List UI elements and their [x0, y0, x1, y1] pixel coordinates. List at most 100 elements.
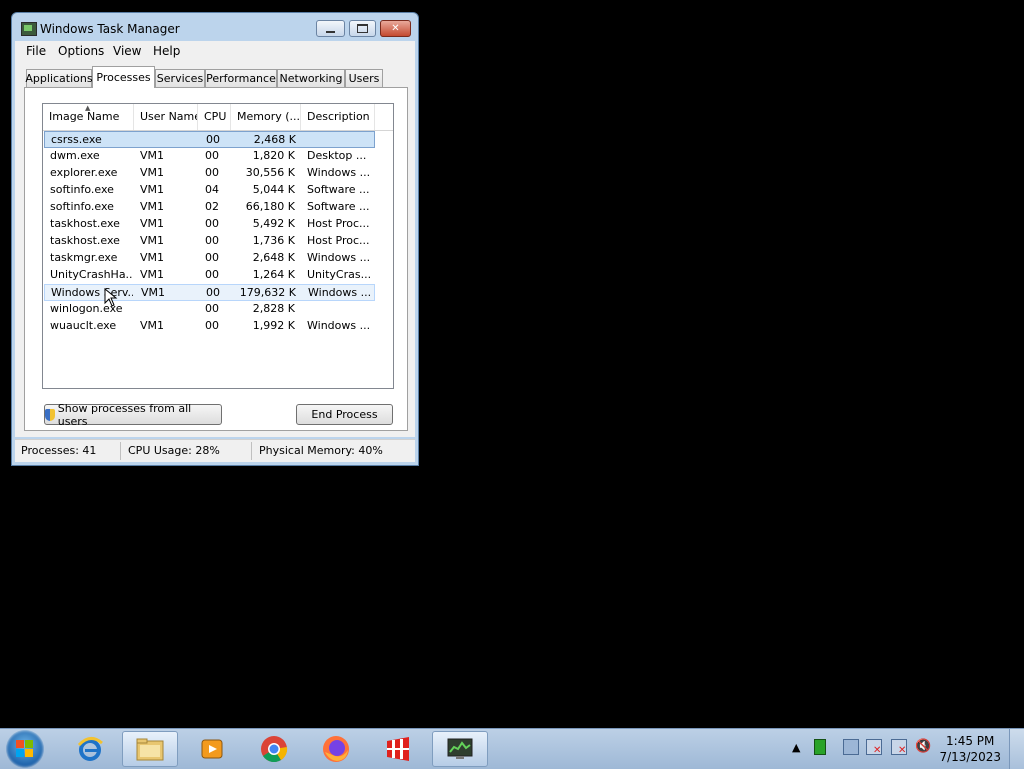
process-cpu: 00: [205, 302, 219, 315]
tab-services[interactable]: Services: [155, 69, 205, 87]
process-image-name: softinfo.exe: [50, 183, 114, 196]
table-row[interactable]: wuauclt.exe VM1 00 1,992 K Windows ...: [44, 318, 375, 335]
process-user-name: VM1: [140, 183, 165, 196]
internet-explorer-button[interactable]: [62, 731, 118, 767]
column-description[interactable]: Description: [301, 104, 375, 130]
column-memory[interactable]: Memory (...: [231, 104, 301, 130]
chrome-button[interactable]: [246, 731, 302, 767]
office-icon: [387, 737, 409, 761]
list-header: ▲ Image Name User Name CPU Memory (... D…: [43, 104, 393, 131]
process-description: [308, 132, 374, 149]
process-description: UnityCras...: [307, 268, 372, 281]
show-all-processes-button[interactable]: Show processes from all users: [44, 402, 222, 428]
minimize-button[interactable]: [316, 20, 345, 37]
sort-ascending-icon: ▲: [85, 104, 91, 112]
menu-options[interactable]: Options: [58, 44, 104, 58]
tab-networking[interactable]: Networking: [277, 69, 345, 87]
table-row[interactable]: taskhost.exe VM1 00 5,492 K Host Proc...: [44, 216, 375, 233]
media-player-icon: [201, 739, 223, 759]
menu-view[interactable]: View: [113, 44, 141, 58]
mouse-cursor-icon: [104, 288, 118, 307]
window-title: Windows Task Manager: [40, 22, 180, 36]
title-bar[interactable]: Windows Task Manager ✕: [12, 13, 418, 43]
process-memory: 2,468 K: [253, 133, 296, 146]
process-user-name: VM1: [140, 166, 165, 179]
process-image-name: Windows Serv...: [51, 286, 133, 299]
media-player-button[interactable]: [184, 731, 240, 767]
process-list[interactable]: ▲ Image Name User Name CPU Memory (... D…: [42, 103, 394, 389]
process-user-name: VM1: [140, 149, 165, 162]
menu-help[interactable]: Help: [153, 44, 180, 58]
tab-applications[interactable]: Applications: [25, 69, 93, 87]
task-manager-window: Windows Task Manager ✕ File Options View…: [11, 12, 419, 466]
status-cpu-usage: CPU Usage: 28%: [128, 444, 220, 457]
table-row[interactable]: Windows Serv... VM1 00 179,632 K Windows ...: [44, 284, 375, 301]
tray-app-icon[interactable]: [814, 739, 826, 755]
table-row[interactable]: taskhost.exe VM1 00 1,736 K Host Proc...: [44, 233, 375, 250]
process-description: Software ...: [307, 200, 370, 213]
process-description: Software ...: [307, 183, 370, 196]
volume-muted-icon[interactable]: 🔇: [915, 739, 931, 754]
process-user-name: VM1: [140, 217, 165, 230]
minimize-icon: [326, 30, 335, 33]
process-user-name: [141, 132, 197, 149]
process-user-name: VM1: [140, 268, 165, 281]
process-description: Host Proc...: [307, 234, 370, 247]
table-row[interactable]: taskmgr.exe VM1 00 2,648 K Windows ...: [44, 250, 375, 267]
process-description: Windows ...: [307, 166, 371, 179]
table-row[interactable]: csrss.exe 00 2,468 K: [44, 131, 375, 148]
show-desktop-button[interactable]: [1009, 729, 1024, 769]
process-memory: 5,044 K: [252, 183, 295, 196]
tab-users[interactable]: Users: [345, 69, 383, 87]
process-image-name: taskhost.exe: [50, 234, 120, 247]
process-description: Windows ...: [308, 286, 372, 299]
column-user-name[interactable]: User Name: [134, 104, 198, 130]
maximize-icon: [357, 24, 368, 33]
file-explorer-button[interactable]: [122, 731, 178, 767]
process-memory: 5,492 K: [252, 217, 295, 230]
status-processes: Processes: 41: [21, 444, 97, 457]
process-description: Windows ...: [307, 251, 371, 264]
system-clock[interactable]: 1:45 PM 7/13/2023: [939, 733, 1001, 765]
process-description: Windows ...: [307, 319, 371, 332]
process-user-name: VM1: [141, 286, 166, 299]
table-row[interactable]: UnityCrashHa... VM1 00 1,264 K UnityCras...: [44, 267, 375, 284]
process-cpu: 00: [205, 217, 219, 230]
status-divider: [120, 442, 121, 460]
menu-file[interactable]: File: [26, 44, 46, 58]
internet-explorer-icon: [77, 737, 103, 761]
column-cpu[interactable]: CPU: [198, 104, 231, 130]
close-button[interactable]: ✕: [380, 20, 411, 37]
table-row[interactable]: winlogon.exe 00 2,828 K: [44, 301, 375, 318]
status-divider: [251, 442, 252, 460]
task-manager-button[interactable]: [432, 731, 488, 767]
tab-performance[interactable]: Performance: [205, 69, 277, 87]
maximize-button[interactable]: [349, 20, 376, 37]
start-button[interactable]: [6, 730, 44, 768]
table-row[interactable]: explorer.exe VM1 00 30,556 K Windows ...: [44, 165, 375, 182]
table-row[interactable]: softinfo.exe VM1 04 5,044 K Software ...: [44, 182, 375, 199]
action-center-alert-icon[interactable]: ✕: [866, 739, 882, 756]
process-memory: 30,556 K: [245, 166, 295, 179]
tab-processes[interactable]: Processes: [92, 66, 155, 88]
office-button[interactable]: [370, 731, 426, 767]
network-icon[interactable]: ✕: [891, 739, 907, 756]
end-process-button[interactable]: End Process: [296, 404, 393, 425]
action-center-icon[interactable]: [843, 739, 859, 755]
table-row[interactable]: dwm.exe VM1 00 1,820 K Desktop ...: [44, 148, 375, 165]
process-user-name: VM1: [140, 200, 165, 213]
process-cpu: 00: [205, 166, 219, 179]
uac-shield-icon: [45, 408, 55, 421]
process-memory: 1,264 K: [252, 268, 295, 281]
firefox-icon: [323, 736, 349, 762]
clock-date: 7/13/2023: [939, 750, 1001, 764]
column-image-name[interactable]: ▲ Image Name: [43, 104, 134, 130]
task-manager-icon: [447, 738, 473, 759]
process-cpu: 00: [206, 133, 220, 146]
table-row[interactable]: softinfo.exe VM1 02 66,180 K Software ...: [44, 199, 375, 216]
taskbar: ▲ ✕ ✕ 🔇 1:45 PM 7/13/2023: [0, 728, 1024, 769]
process-image-name: dwm.exe: [50, 149, 100, 162]
process-image-name: UnityCrashHa...: [50, 268, 132, 281]
firefox-button[interactable]: [308, 731, 364, 767]
show-hidden-icons-button[interactable]: ▲: [792, 741, 800, 754]
